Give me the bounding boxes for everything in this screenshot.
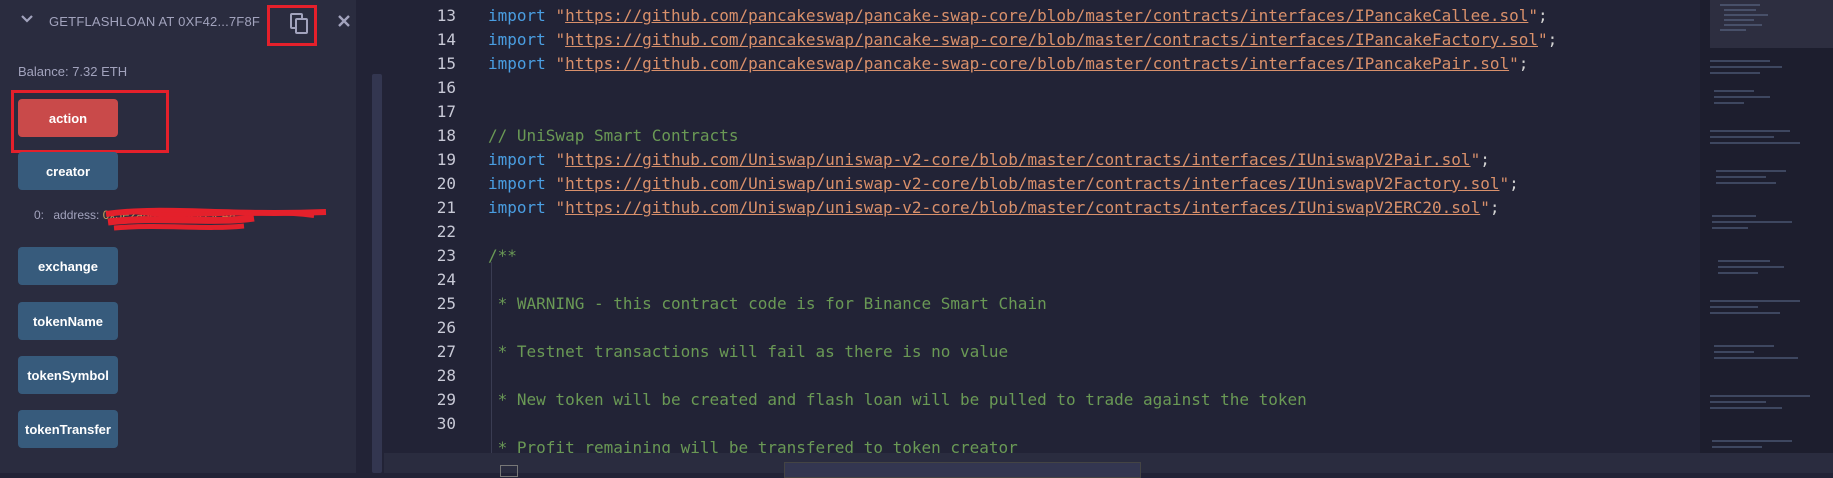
line-number: 21 [436, 198, 456, 217]
output-label: address: [53, 208, 100, 222]
tokenname-button[interactable]: tokenName [18, 302, 118, 340]
creator-button[interactable]: creator [18, 152, 118, 190]
import-link[interactable]: https://github.com/pancakeswap/pancake-s… [565, 54, 1509, 73]
tokentransfer-button[interactable]: tokenTransfer [18, 410, 118, 448]
close-icon[interactable] [337, 14, 351, 28]
output-index: 0: [34, 208, 45, 222]
line-number: 30 [436, 414, 456, 433]
import-link[interactable]: https://github.com/Uniswap/uniswap-v2-co… [565, 198, 1480, 217]
import-link[interactable]: https://github.com/pancakeswap/pancake-s… [565, 6, 1528, 25]
panel-divider[interactable] [384, 0, 396, 473]
panel-scrollbar-thumb[interactable] [372, 74, 382, 473]
line-number: 27 [436, 342, 456, 361]
copy-icon[interactable] [289, 13, 309, 35]
code-line-22: /** [488, 246, 517, 265]
line-number: 19 [436, 150, 456, 169]
terminal-search-input[interactable] [784, 462, 1141, 478]
line-number: 29 [436, 390, 456, 409]
code-line-24: * WARNING - this contract code is for Bi… [488, 294, 1047, 313]
terminal-checkbox[interactable] [500, 465, 518, 477]
code-editor[interactable]: import "https://github.com/pancakeswap/p… [488, 0, 1698, 457]
line-number: 17 [436, 102, 456, 121]
code-line-18: import "https://github.com/Uniswap/unisw… [488, 150, 1490, 169]
code-line-28: * New token will be created and flash lo… [488, 390, 1307, 409]
code-line-13: import "https://github.com/pancakeswap/p… [488, 6, 1548, 25]
chevron-down-icon[interactable] [20, 12, 34, 26]
tokensymbol-button[interactable]: tokenSymbol [18, 356, 118, 394]
balance-label: Balance: 7.32 ETH [18, 64, 128, 79]
line-number: 23 [436, 246, 456, 265]
line-number: 15 [436, 54, 456, 73]
contract-panel-content: GETFLASHLOAN AT 0XF42...7F8F Balance: 7.… [0, 0, 356, 473]
minimap-slider[interactable] [1710, 0, 1833, 48]
import-link[interactable]: https://github.com/Uniswap/uniswap-v2-co… [565, 150, 1470, 169]
code-line-15: import "https://github.com/pancakeswap/p… [488, 54, 1529, 73]
import-link[interactable]: https://github.com/pancakeswap/pancake-s… [565, 30, 1538, 49]
line-number: 24 [436, 270, 456, 289]
line-number: 13 [436, 6, 456, 25]
action-button[interactable]: action [18, 99, 118, 137]
minimap-preview [1710, 4, 1810, 448]
minimap[interactable] [1700, 0, 1833, 453]
code-line-19: import "https://github.com/Uniswap/unisw… [488, 174, 1519, 193]
redaction-scribble [105, 207, 327, 231]
code-line-17: // UniSwap Smart Contracts [488, 126, 739, 145]
line-number: 18 [436, 126, 456, 145]
import-link[interactable]: https://github.com/Uniswap/uniswap-v2-co… [565, 174, 1499, 193]
line-number: 22 [436, 222, 456, 241]
code-line-14: import "https://github.com/pancakeswap/p… [488, 30, 1558, 49]
code-line-20: import "https://github.com/Uniswap/unisw… [488, 198, 1500, 217]
deployed-contract-panel: GETFLASHLOAN AT 0XF42...7F8F Balance: 7.… [0, 0, 384, 473]
line-number: 28 [436, 366, 456, 385]
line-number: 26 [436, 318, 456, 337]
code-line-26: * Testnet transactions will fail as ther… [488, 342, 1009, 361]
line-number: 25 [436, 294, 456, 313]
indent-guide [491, 262, 492, 453]
exchange-button[interactable]: exchange [18, 247, 118, 285]
line-number: 16 [436, 78, 456, 97]
line-number: 14 [436, 30, 456, 49]
line-number: 20 [436, 174, 456, 193]
contract-title: GETFLASHLOAN AT 0XF42...7F8F [49, 14, 261, 29]
